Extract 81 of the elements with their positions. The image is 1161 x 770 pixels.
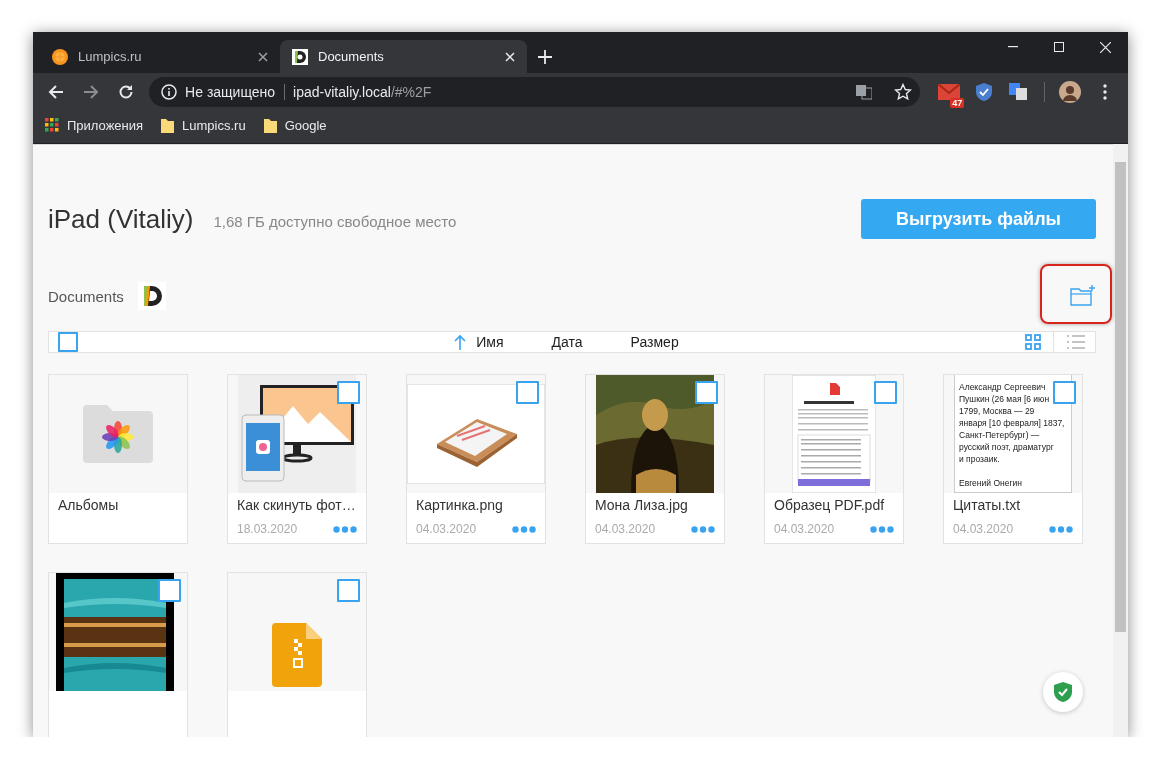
- info-icon: [161, 84, 178, 100]
- scrollbar[interactable]: [1113, 144, 1128, 737]
- file-checkbox[interactable]: [337, 579, 360, 602]
- folder-icon: [161, 117, 175, 133]
- address-bar[interactable]: Не защищено ipad-vitaliy.local/#%2F: [149, 77, 920, 107]
- sort-up-arrow-icon: [454, 334, 467, 350]
- grid-view-icon: [1025, 334, 1041, 350]
- file-card[interactable]: [48, 572, 188, 737]
- more-icon[interactable]: [333, 525, 357, 533]
- bookmark-link[interactable]: Приложения: [45, 117, 144, 133]
- more-icon[interactable]: [1049, 525, 1073, 533]
- sort-button[interactable]: Имя: [454, 334, 504, 350]
- minimize-icon: [1008, 46, 1018, 48]
- file-date: 04.03.2020: [595, 522, 656, 536]
- documents-logo-icon: [292, 48, 308, 65]
- star-icon[interactable]: [893, 83, 912, 101]
- more-icon[interactable]: [512, 525, 536, 533]
- folder-plus-icon: [1070, 284, 1096, 308]
- file-date: 04.03.2020: [774, 522, 835, 536]
- file-date: 04.03.2020: [953, 522, 1014, 536]
- file-checkbox[interactable]: [337, 381, 360, 404]
- sort-button[interactable]: Дата: [551, 334, 583, 350]
- tab-title: Documents: [318, 49, 385, 64]
- more-icon[interactable]: [691, 525, 715, 533]
- envelope-icon: [937, 84, 960, 100]
- documents-logo-icon: [137, 282, 166, 310]
- plus-icon: [538, 50, 552, 64]
- file-name: Картинка.png: [415, 496, 504, 513]
- device-title: iPad (Vitaliy): [48, 203, 194, 235]
- file-name: Цитаты.txt: [952, 496, 1022, 513]
- browser-tab[interactable]: Lumpics.ru: [40, 40, 280, 73]
- list-view-icon: [1066, 334, 1086, 350]
- security-label: Не защищено: [185, 84, 286, 100]
- file-card[interactable]: Мона Лиза.jpg 04.03.2020: [585, 374, 725, 544]
- maximize-icon: [1054, 42, 1064, 52]
- fruit-slice-icon: [52, 48, 68, 65]
- archive-file-icon: [272, 623, 322, 687]
- file-card[interactable]: Как скинуть фот… 18.03.2020: [227, 374, 367, 544]
- bookmark-link[interactable]: Google: [263, 117, 327, 133]
- file-checkbox[interactable]: [516, 381, 539, 404]
- text-file-preview: Александр Сергеевич Пушкин (26 мая [6 июн 1799, Москва — 29 января [10 февраля] 1837, Санкт-Петербург) — русский поэт, драматург и прозаик. Евгений Онегин: [954, 375, 1072, 493]
- file-checkbox[interactable]: [1053, 381, 1076, 404]
- more-icon[interactable]: [870, 525, 894, 533]
- file-name: Как скинуть фот…: [236, 496, 357, 513]
- folder-icon: [263, 117, 277, 133]
- view-toggle[interactable]: [1066, 334, 1086, 350]
- new-folder-button[interactable]: [1070, 284, 1096, 308]
- close-icon: [1099, 41, 1111, 53]
- select-all-checkbox[interactable]: [58, 332, 78, 352]
- file-date: 04.03.2020: [416, 522, 477, 536]
- menu-icon: [1102, 84, 1107, 100]
- breadcrumb-link[interactable]: Documents: [48, 287, 124, 305]
- bookmark-link[interactable]: Lumpics.ru: [161, 117, 246, 133]
- file-card[interactable]: Картинка.png 04.03.2020: [406, 374, 546, 544]
- reload-icon: [117, 84, 134, 100]
- file-card[interactable]: Александр Сергеевич Пушкин (26 мая [6 июн 1799, Москва — 29 января [10 февраля] 1837, Санкт-Петербург) — русский поэт, драматург и прозаик. Евгений Онегин Цитаты.txt 04.03.2020: [943, 374, 1083, 544]
- avatar-icon: [1058, 81, 1081, 103]
- url-text: ipad-vitaliy.local/#%2F: [293, 84, 433, 100]
- close-icon[interactable]: [258, 51, 268, 62]
- file-checkbox[interactable]: [874, 381, 897, 404]
- file-card[interactable]: Образец PDF.pdf 04.03.2020: [764, 374, 904, 544]
- file-checkbox[interactable]: [158, 579, 181, 602]
- free-space-text: 1,68 ГБ доступно свободное место: [213, 212, 457, 230]
- back-arrow-icon: [48, 84, 65, 100]
- file-checkbox[interactable]: [695, 381, 718, 404]
- file-name: Альбомы: [57, 496, 120, 513]
- sort-button[interactable]: Размер: [630, 334, 679, 350]
- file-name: Мона Лиза.jpg: [594, 496, 689, 513]
- forward-arrow-icon: [83, 84, 100, 100]
- view-toggle[interactable]: [1025, 334, 1041, 350]
- folder-card[interactable]: Альбомы: [48, 374, 188, 544]
- browser-tab[interactable]: Documents: [280, 40, 527, 73]
- shield-check-icon: [975, 83, 992, 101]
- photos-folder-icon: [83, 405, 153, 463]
- tab-title: Lumpics.ru: [78, 49, 143, 64]
- apps-grid-icon: [45, 118, 59, 132]
- unread-count-badge: 47: [950, 98, 965, 108]
- mail-extension-button[interactable]: 47: [933, 78, 965, 106]
- file-date: 18.03.2020: [237, 522, 298, 536]
- shield-check-icon: [1054, 682, 1072, 702]
- file-name: Образец PDF.pdf: [773, 496, 886, 513]
